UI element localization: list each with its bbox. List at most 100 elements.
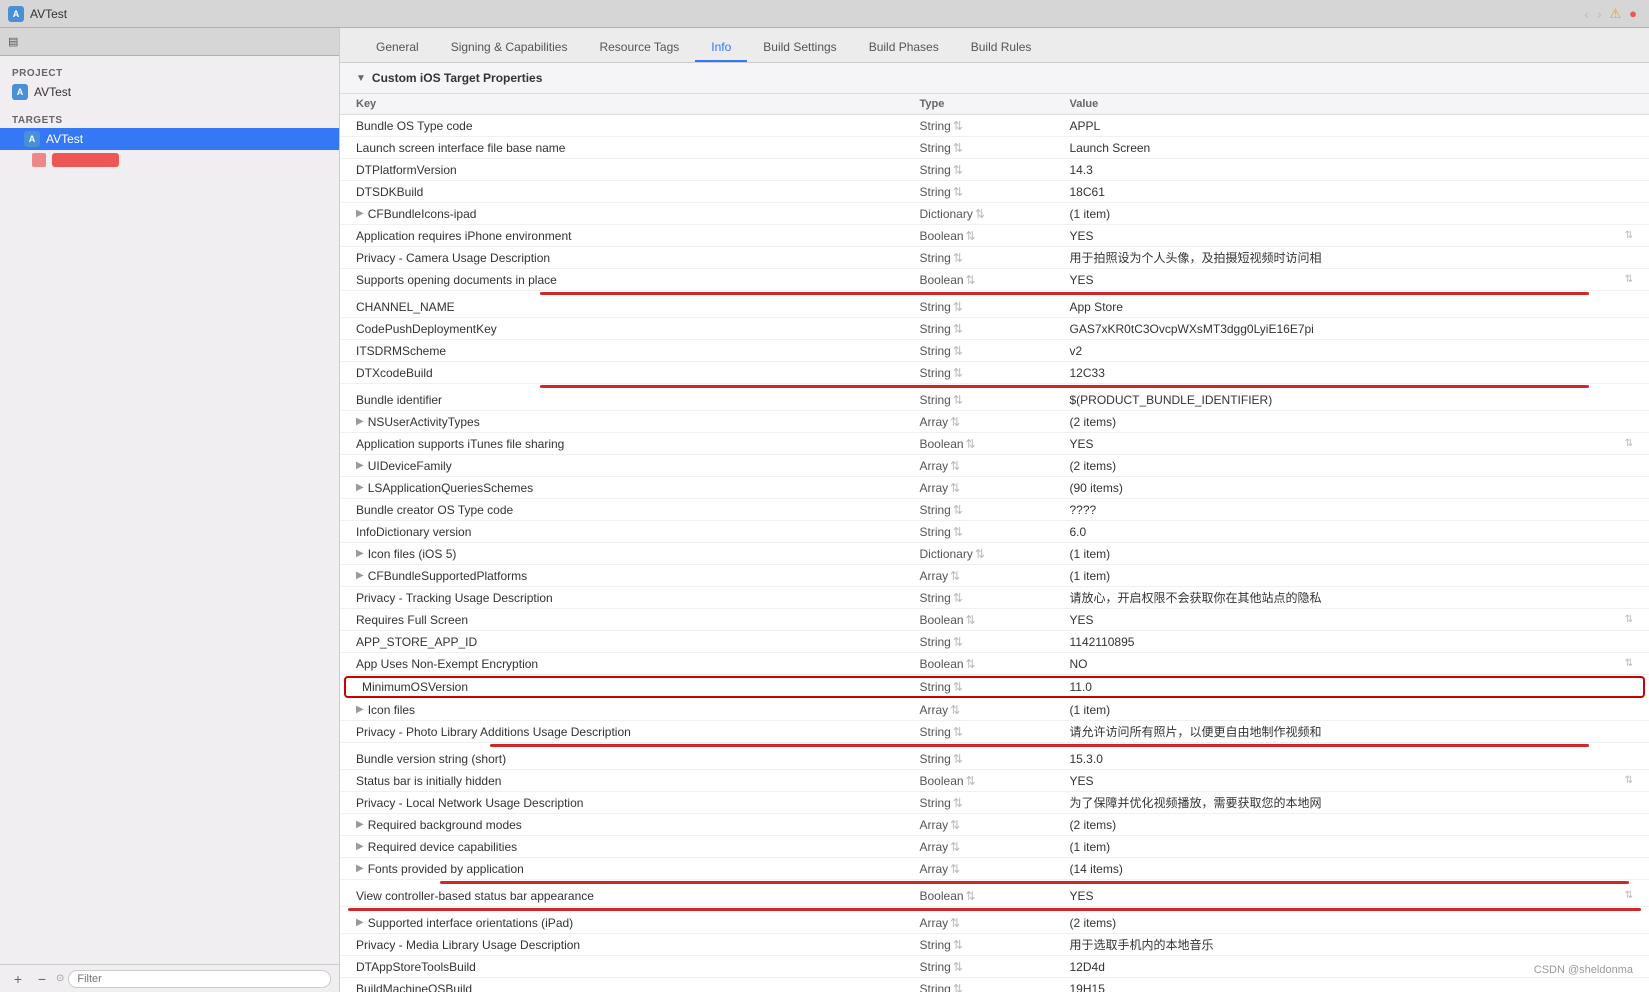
expand-icon[interactable]: ▶ — [356, 841, 364, 852]
table-row: Bundle version string (short) String ⇅ 1… — [340, 748, 1649, 770]
table-row: Privacy - Media Library Usage Descriptio… — [340, 934, 1649, 956]
warning-icon: ⚠ — [1609, 6, 1621, 22]
row-key: View controller-based status bar appeara… — [356, 889, 920, 903]
tab-general[interactable]: General — [360, 34, 435, 62]
expand-icon[interactable]: ▶ — [356, 416, 364, 427]
table-row: Status bar is initially hidden Boolean ⇅… — [340, 770, 1649, 792]
expand-icon[interactable]: ▶ — [356, 819, 364, 830]
tab-info[interactable]: Info — [695, 34, 747, 62]
nav-back-icon[interactable]: ‹ — [1584, 6, 1589, 22]
expand-icon[interactable]: ▶ — [356, 863, 364, 874]
row-value: $(PRODUCT_BUNDLE_IDENTIFIER) — [1070, 393, 1634, 407]
target-item-label: AVTest — [46, 132, 83, 146]
red-underline — [540, 385, 1589, 388]
filter-icon: ⊙ — [56, 973, 64, 984]
row-value: ???? — [1070, 503, 1634, 517]
target-icon: A — [24, 131, 40, 147]
red-underline — [440, 881, 1629, 884]
row-type: Array ⇅ — [920, 481, 1070, 495]
expand-icon[interactable]: ▶ — [356, 482, 364, 493]
table-row: Supports opening documents in place Bool… — [340, 269, 1649, 291]
table-row: Launch screen interface file base name S… — [340, 137, 1649, 159]
row-type: Boolean ⇅ — [920, 229, 1070, 243]
expand-icon[interactable]: ▶ — [356, 704, 364, 715]
sub-item-icon — [32, 153, 46, 167]
row-key: InfoDictionary version — [356, 525, 920, 539]
row-value: (2 items) — [1070, 459, 1634, 473]
row-key: ▶ CFBundleIcons-ipad — [356, 207, 920, 221]
row-type: Array ⇅ — [920, 415, 1070, 429]
expand-icon[interactable]: ▶ — [356, 570, 364, 581]
sidebar-bottom: + − ⊙ — [0, 964, 339, 992]
row-value: 请放心，开启权限不会获取你在其他站点的隐私 — [1070, 589, 1634, 606]
nav-forward-icon[interactable]: › — [1597, 6, 1602, 22]
row-value: 19H15 — [1070, 982, 1634, 992]
tab-signing[interactable]: Signing & Capabilities — [435, 34, 584, 62]
table-row: DTSDKBuild String ⇅ 18C61 — [340, 181, 1649, 203]
tab-build-settings[interactable]: Build Settings — [747, 34, 852, 62]
row-key: Requires Full Screen — [356, 613, 920, 627]
row-type: String ⇅ — [920, 141, 1070, 155]
row-key: ITSDRMScheme — [356, 344, 920, 358]
expand-icon[interactable]: ▶ — [356, 208, 364, 219]
row-value: YES ⇅ — [1070, 229, 1634, 243]
table-row: Privacy - Camera Usage Description Strin… — [340, 247, 1649, 269]
expand-icon[interactable]: ▶ — [356, 917, 364, 928]
row-value: 11.0 — [1070, 680, 1628, 694]
row-key: CodePushDeploymentKey — [356, 322, 920, 336]
tab-resource[interactable]: Resource Tags — [583, 34, 695, 62]
row-value: 14.3 — [1070, 163, 1634, 177]
row-value: YES ⇅ — [1070, 889, 1634, 903]
sidebar-sub-item[interactable]: ____ — [0, 150, 339, 170]
expand-icon[interactable]: ▶ — [356, 460, 364, 471]
sidebar-target-item[interactable]: A AVTest — [0, 128, 339, 150]
table-row: Privacy - Photo Library Additions Usage … — [340, 721, 1649, 743]
row-value: v2 — [1070, 344, 1634, 358]
row-type: Boolean ⇅ — [920, 889, 1070, 903]
row-value: 为了保障并优化视频播放，需要获取您的本地网 — [1070, 794, 1634, 811]
row-key: App Uses Non-Exempt Encryption — [356, 657, 920, 671]
remove-button[interactable]: − — [32, 969, 52, 989]
tab-bar: General Signing & Capabilities Resource … — [340, 28, 1649, 63]
row-type: Boolean ⇅ — [920, 273, 1070, 287]
row-key: ▶ NSUserActivityTypes — [356, 415, 920, 429]
sidebar-project-item[interactable]: A AVTest — [0, 81, 339, 103]
filter-input[interactable] — [68, 970, 331, 988]
table-row: ▶ Required device capabilities Array ⇅ (… — [340, 836, 1649, 858]
row-value: (2 items) — [1070, 818, 1634, 832]
row-key: MinimumOSVersion — [362, 680, 920, 694]
row-value: (1 item) — [1070, 547, 1634, 561]
row-value: (14 items) — [1070, 862, 1634, 876]
row-value: 18C61 — [1070, 185, 1634, 199]
row-key: Privacy - Local Network Usage Descriptio… — [356, 796, 920, 810]
row-type: String ⇅ — [920, 185, 1070, 199]
tab-build-rules[interactable]: Build Rules — [955, 34, 1048, 62]
top-bar-title: AVTest — [30, 7, 67, 21]
table-row: CHANNEL_NAME String ⇅ App Store — [340, 296, 1649, 318]
row-type: String ⇅ — [920, 960, 1070, 974]
add-button[interactable]: + — [8, 969, 28, 989]
table-row: ▶ UIDeviceFamily Array ⇅ (2 items) — [340, 455, 1649, 477]
table-body: Bundle OS Type code String ⇅ APPL Launch… — [340, 115, 1649, 992]
row-value: App Store — [1070, 300, 1634, 314]
row-type: Array ⇅ — [920, 840, 1070, 854]
row-type: String ⇅ — [920, 525, 1070, 539]
row-key: CHANNEL_NAME — [356, 300, 920, 314]
tab-build-phases[interactable]: Build Phases — [853, 34, 955, 62]
top-bar: A AVTest ‹ › ⚠ ● — [0, 0, 1649, 28]
row-type: String ⇅ — [920, 393, 1070, 407]
table-row: Bundle creator OS Type code String ⇅ ???… — [340, 499, 1649, 521]
filter-area: ⊙ — [56, 970, 331, 988]
row-value: (1 item) — [1070, 207, 1634, 221]
sub-item-label: ____ — [52, 153, 119, 167]
section-chevron[interactable]: ▼ — [356, 73, 366, 84]
error-icon: ● — [1629, 6, 1637, 22]
row-value: 1142110895 — [1070, 635, 1634, 649]
table-row: CodePushDeploymentKey String ⇅ GAS7xKR0t… — [340, 318, 1649, 340]
row-type: String ⇅ — [920, 503, 1070, 517]
row-key: Bundle identifier — [356, 393, 920, 407]
row-value: (2 items) — [1070, 916, 1634, 930]
row-key: ▶ Supported interface orientations (iPad… — [356, 916, 920, 930]
row-value: 请允许访问所有照片，以便更自由地制作视频和 — [1070, 723, 1634, 740]
expand-icon[interactable]: ▶ — [356, 548, 364, 559]
